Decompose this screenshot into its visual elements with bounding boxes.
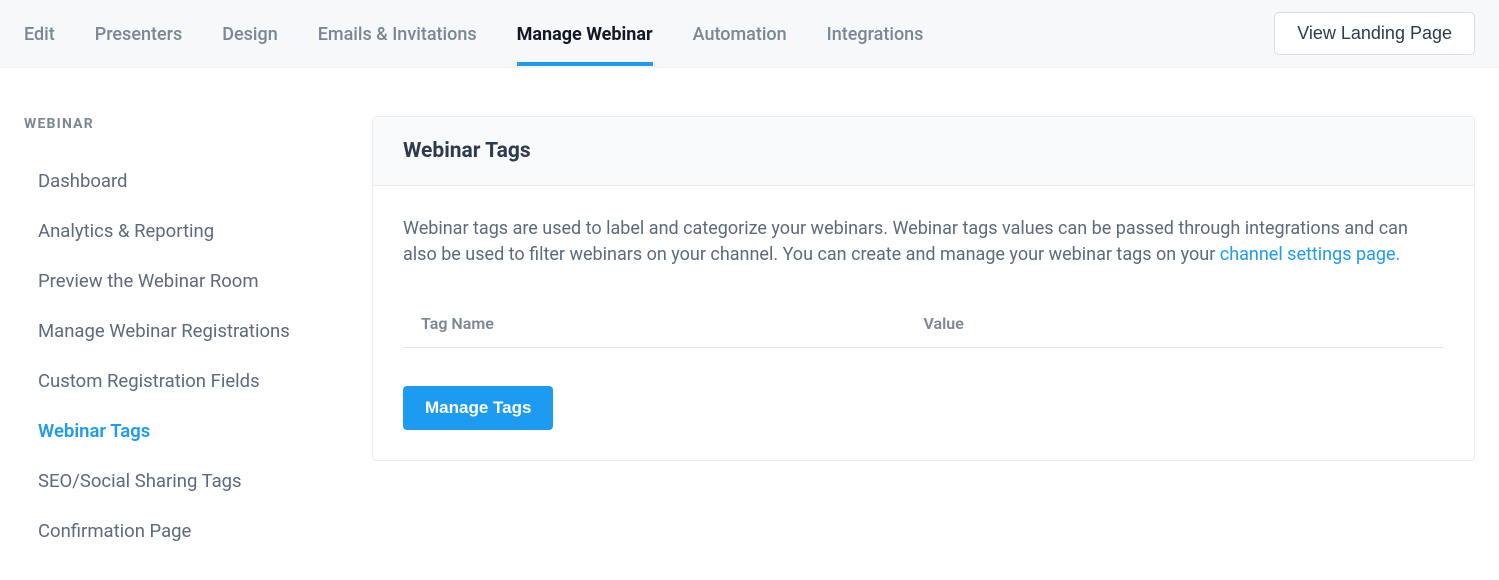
main-panel-container: Webinar Tags Webinar tags are used to la… <box>372 116 1475 556</box>
tab-presenters[interactable]: Presenters <box>95 2 183 65</box>
sidebar-item-webinar-tags[interactable]: Webinar Tags <box>38 406 344 456</box>
top-nav: Edit Presenters Design Emails & Invitati… <box>0 0 1499 68</box>
sidebar-item-manage-registrations[interactable]: Manage Webinar Registrations <box>38 306 344 356</box>
channel-settings-link[interactable]: channel settings page. <box>1220 244 1400 265</box>
tags-table-header: Tag Name Value <box>403 300 1444 348</box>
sidebar-item-seo-social-tags[interactable]: SEO/Social Sharing Tags <box>38 456 344 506</box>
tab-design[interactable]: Design <box>222 2 277 65</box>
sidebar-item-preview-webinar-room[interactable]: Preview the Webinar Room <box>38 256 344 306</box>
sidebar: WEBINAR Dashboard Analytics & Reporting … <box>24 116 344 556</box>
sidebar-item-dashboard[interactable]: Dashboard <box>38 156 344 206</box>
view-landing-page-button[interactable]: View Landing Page <box>1274 12 1475 55</box>
tab-emails-invitations[interactable]: Emails & Invitations <box>318 2 477 65</box>
top-tabs: Edit Presenters Design Emails & Invitati… <box>24 2 1274 65</box>
column-value: Value <box>924 314 1427 333</box>
webinar-tags-panel: Webinar Tags Webinar tags are used to la… <box>372 116 1475 461</box>
sidebar-item-confirmation-page[interactable]: Confirmation Page <box>38 506 344 556</box>
content-row: WEBINAR Dashboard Analytics & Reporting … <box>0 68 1499 580</box>
tab-integrations[interactable]: Integrations <box>827 2 924 65</box>
manage-tags-button[interactable]: Manage Tags <box>403 386 553 430</box>
panel-description: Webinar tags are used to label and categ… <box>403 216 1444 268</box>
panel-body: Webinar tags are used to label and categ… <box>373 186 1474 460</box>
panel-title: Webinar Tags <box>403 139 1444 163</box>
sidebar-item-analytics-reporting[interactable]: Analytics & Reporting <box>38 206 344 256</box>
panel-header: Webinar Tags <box>373 117 1474 186</box>
tab-automation[interactable]: Automation <box>693 2 787 65</box>
sidebar-heading: WEBINAR <box>24 116 344 132</box>
tab-edit[interactable]: Edit <box>24 2 55 65</box>
column-tag-name: Tag Name <box>421 314 924 333</box>
sidebar-item-custom-registration-fields[interactable]: Custom Registration Fields <box>38 356 344 406</box>
tab-manage-webinar[interactable]: Manage Webinar <box>517 2 653 65</box>
